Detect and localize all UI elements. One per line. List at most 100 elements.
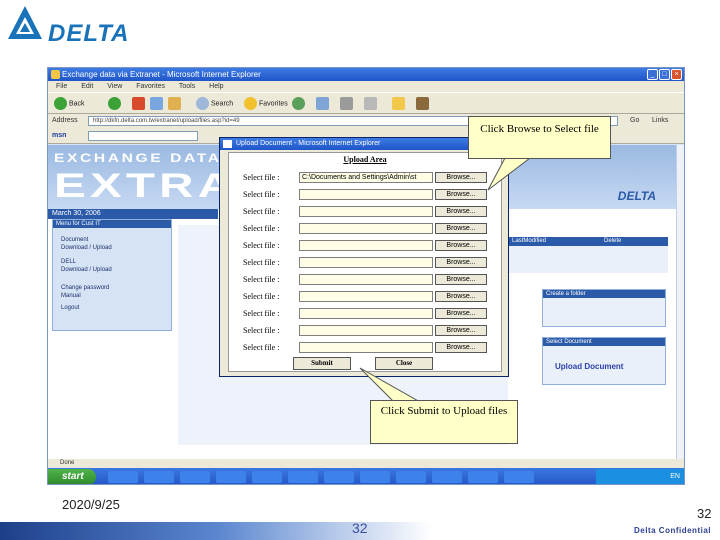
history-icon xyxy=(292,97,305,110)
file-path-input[interactable]: C:\Documents and Settings\Admin\st xyxy=(299,172,433,183)
history-button[interactable] xyxy=(292,97,307,111)
browse-button[interactable]: Browse... xyxy=(435,325,487,336)
taskbar-item[interactable] xyxy=(504,471,534,483)
minimize-button[interactable]: _ xyxy=(647,69,658,80)
nav-item-change-password[interactable]: Change password xyxy=(53,284,171,292)
taskbar-item[interactable] xyxy=(432,471,462,483)
file-path-input[interactable] xyxy=(299,240,433,251)
select-document-panel: Select Document Upload Document xyxy=(542,337,666,385)
favorites-button[interactable]: Favorites xyxy=(244,97,288,111)
nav-item-document[interactable]: Document xyxy=(53,236,171,244)
edit-button[interactable] xyxy=(364,97,379,111)
start-button[interactable]: start xyxy=(48,469,96,484)
taskbar-item[interactable] xyxy=(144,471,174,483)
slide-date: 2020/9/25 xyxy=(62,497,120,512)
links-label[interactable]: Links xyxy=(652,114,668,128)
close-dialog-button[interactable]: Close xyxy=(375,357,433,370)
nav-item-download-upload[interactable]: Download / Upload xyxy=(53,244,171,252)
taskbar-item[interactable] xyxy=(360,471,390,483)
browse-button[interactable]: Browse... xyxy=(435,206,487,217)
file-row: Select file : Browse... xyxy=(233,188,497,202)
mail-icon xyxy=(316,97,329,110)
forward-button[interactable] xyxy=(108,97,123,111)
file-path-input[interactable] xyxy=(299,257,433,268)
browse-button[interactable]: Browse... xyxy=(435,189,487,200)
file-row: Select file : Browse... xyxy=(233,256,497,270)
nav-item-dell[interactable]: DELL xyxy=(53,258,171,266)
vertical-scrollbar[interactable] xyxy=(676,145,684,459)
file-row: Select file : Browse... xyxy=(233,307,497,321)
taskbar-item[interactable] xyxy=(288,471,318,483)
file-path-input[interactable] xyxy=(299,206,433,217)
print-button[interactable] xyxy=(340,97,355,111)
forward-arrow-icon xyxy=(108,97,121,110)
upload-document-link[interactable]: Upload Document xyxy=(555,362,623,371)
taskbar-item[interactable] xyxy=(468,471,498,483)
select-file-label: Select file : xyxy=(243,326,280,335)
browse-button[interactable]: Browse... xyxy=(435,342,487,353)
back-arrow-icon xyxy=(54,97,67,110)
taskbar-item[interactable] xyxy=(324,471,354,483)
menu-file[interactable]: File xyxy=(56,83,67,90)
file-path-input[interactable] xyxy=(299,274,433,285)
select-file-label: Select file : xyxy=(243,173,280,182)
menu-favorites[interactable]: Favorites xyxy=(136,83,165,90)
taskbar-item[interactable] xyxy=(216,471,246,483)
back-button[interactable]: Back xyxy=(54,97,85,111)
slide: DELTA Exchange data via Extranet - Micro… xyxy=(0,0,720,540)
menu-help[interactable]: Help xyxy=(209,83,223,90)
delta-triangle-icon xyxy=(8,6,42,39)
go-button[interactable]: Go xyxy=(630,114,639,128)
tools-icon xyxy=(416,97,429,110)
folder-button[interactable] xyxy=(392,97,407,111)
close-button[interactable]: × xyxy=(671,69,682,80)
nav-item-logout[interactable]: Logout xyxy=(53,304,171,312)
tools-button[interactable] xyxy=(416,97,431,111)
home-icon xyxy=(168,97,181,110)
search-button[interactable]: Search xyxy=(196,97,233,111)
browse-button[interactable]: Browse... xyxy=(435,223,487,234)
browse-button[interactable]: Browse... xyxy=(435,240,487,251)
nav-header: Menu for Cust IT xyxy=(53,220,171,228)
submit-button[interactable]: Submit xyxy=(293,357,351,370)
maximize-button[interactable]: □ xyxy=(659,69,670,80)
star-icon xyxy=(244,97,257,110)
menu-view[interactable]: View xyxy=(107,83,122,90)
select-file-label: Select file : xyxy=(243,292,280,301)
file-path-input[interactable] xyxy=(299,291,433,302)
browse-button[interactable]: Browse... xyxy=(435,274,487,285)
mail-button[interactable] xyxy=(316,97,331,111)
menu-tools[interactable]: Tools xyxy=(179,83,195,90)
file-path-input[interactable] xyxy=(299,325,433,336)
file-path-input[interactable] xyxy=(299,189,433,200)
nav-item-dell-download-upload[interactable]: Download / Upload xyxy=(53,266,171,274)
dialog-titlebar: Upload Document - Microsoft Internet Exp… xyxy=(220,138,508,150)
refresh-button[interactable] xyxy=(150,97,165,111)
menu-edit[interactable]: Edit xyxy=(81,83,93,90)
taskbar-item[interactable] xyxy=(180,471,210,483)
browse-button[interactable]: Browse... xyxy=(435,308,487,319)
file-row: Select file : Browse... xyxy=(233,324,497,338)
select-document-header: Select Document xyxy=(543,338,665,346)
upload-form: Upload Area Select file : C:\Documents a… xyxy=(228,152,502,372)
browse-button[interactable]: Browse... xyxy=(435,172,487,183)
file-row: Select file : Browse... xyxy=(233,222,497,236)
browse-button[interactable]: Browse... xyxy=(435,257,487,268)
file-path-input[interactable] xyxy=(299,308,433,319)
menu-bar: File Edit View Favorites Tools Help xyxy=(48,81,684,92)
file-path-input[interactable] xyxy=(299,223,433,234)
create-folder-header: Create a folder xyxy=(543,290,665,298)
site-date: March 30, 2006 xyxy=(48,209,218,219)
stop-button[interactable] xyxy=(132,97,147,111)
taskbar-item[interactable] xyxy=(252,471,282,483)
nav-item-manual[interactable]: Manual xyxy=(53,292,171,300)
file-path-input[interactable] xyxy=(299,342,433,353)
select-file-label: Select file : xyxy=(243,343,280,352)
browse-button[interactable]: Browse... xyxy=(435,291,487,302)
col-lastmodified: LastModified xyxy=(512,238,547,244)
taskbar-item[interactable] xyxy=(108,471,138,483)
taskbar-item[interactable] xyxy=(396,471,426,483)
msn-search-input[interactable] xyxy=(88,131,198,141)
dialog-title: Upload Document - Microsoft Internet Exp… xyxy=(236,140,381,147)
home-button[interactable] xyxy=(168,97,183,111)
